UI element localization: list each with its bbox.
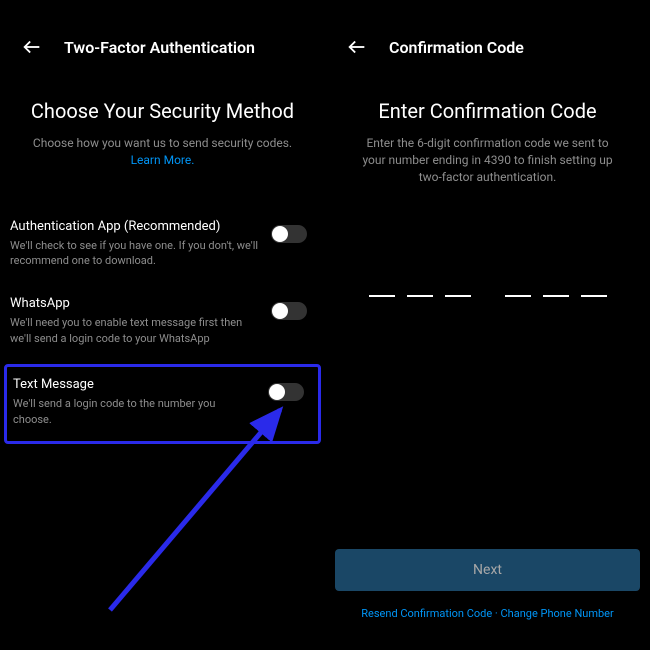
- option-text-message[interactable]: Text Message We'll send a login code to …: [7, 367, 318, 441]
- resend-code-link[interactable]: Resend Confirmation Code: [361, 607, 492, 620]
- page-title: Two-Factor Authentication: [64, 38, 255, 57]
- code-digit-input[interactable]: [505, 295, 531, 297]
- back-arrow-icon[interactable]: [345, 35, 369, 59]
- back-arrow-icon[interactable]: [20, 35, 44, 59]
- option-desc: We'll check to see if you have one. If y…: [10, 238, 259, 269]
- code-digit-input[interactable]: [369, 295, 395, 297]
- bottom-actions: Next Resend Confirmation Code · Change P…: [325, 549, 650, 620]
- option-desc: We'll need you to enable text message fi…: [10, 315, 259, 346]
- security-method-list: Authentication App (Recommended) We'll c…: [0, 209, 325, 444]
- option-auth-app[interactable]: Authentication App (Recommended) We'll c…: [0, 209, 325, 287]
- toggle-text-message[interactable]: [268, 383, 304, 401]
- code-digit-input[interactable]: [581, 295, 607, 297]
- option-whatsapp[interactable]: WhatsApp We'll need you to enable text m…: [0, 286, 325, 364]
- option-title: Text Message: [13, 377, 256, 392]
- header: Two-Factor Authentication: [0, 0, 325, 79]
- code-input-group[interactable]: [325, 295, 650, 297]
- learn-more-link[interactable]: Learn More.: [131, 153, 195, 167]
- toggle-whatsapp[interactable]: [271, 302, 307, 320]
- bottom-links: Resend Confirmation Code · Change Phone …: [335, 607, 640, 620]
- option-desc: We'll send a login code to the number yo…: [13, 396, 256, 427]
- confirmation-code-screen: Confirmation Code Enter Confirmation Cod…: [325, 0, 650, 650]
- section-title: Choose Your Security Method: [0, 99, 325, 123]
- toggle-auth-app[interactable]: [271, 225, 307, 243]
- two-factor-screen: Two-Factor Authentication Choose Your Se…: [0, 0, 325, 650]
- page-title: Confirmation Code: [389, 38, 524, 57]
- header: Confirmation Code: [325, 0, 650, 79]
- code-digit-input[interactable]: [407, 295, 433, 297]
- section-title: Enter Confirmation Code: [325, 99, 650, 123]
- change-phone-link[interactable]: Change Phone Number: [501, 607, 614, 620]
- code-digit-input[interactable]: [445, 295, 471, 297]
- highlight-annotation: Text Message We'll send a login code to …: [4, 364, 321, 444]
- section-subtitle: Choose how you want us to send security …: [0, 135, 325, 169]
- section-subtitle: Enter the 6-digit confirmation code we s…: [325, 135, 650, 185]
- code-digit-input[interactable]: [543, 295, 569, 297]
- option-title: WhatsApp: [10, 296, 259, 311]
- next-button[interactable]: Next: [335, 549, 640, 591]
- option-title: Authentication App (Recommended): [10, 219, 259, 234]
